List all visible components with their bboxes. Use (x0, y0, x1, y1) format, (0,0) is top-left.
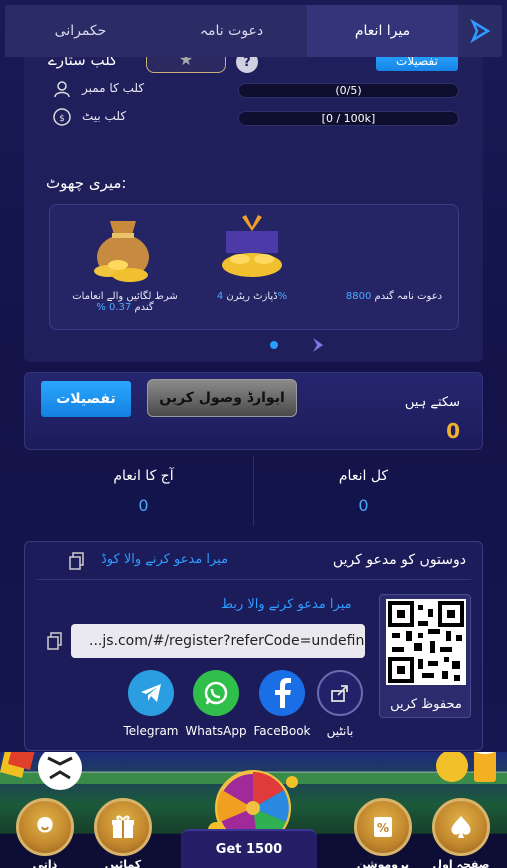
club-details-label: تفصیلات (396, 57, 438, 68)
discount-title: :میری چھوٹ (46, 174, 127, 192)
club-panel: تفصیلات ? ★ کلب ستارے کلب کا ممبر (0/5) … (24, 57, 483, 362)
discount-bet-reward: شرط لگائیں والے انعامات % 0.37 گندم (60, 291, 190, 313)
invite-code-label[interactable]: میرا مدعو کرنے والا کوڈ (101, 552, 228, 567)
share-telegram[interactable]: Telegram (121, 670, 181, 738)
invite-panel: دوستوں کو مدعو کریں میرا مدعو کرنے والا … (24, 541, 483, 751)
club-star-icon: ★ (146, 57, 226, 73)
discount-bet-value: % 0.37 (96, 302, 132, 313)
back-logo-icon[interactable] (458, 5, 502, 57)
invite-link-label: میرا مدعو کرنے والا ربط (221, 597, 352, 612)
claim-award-label: ایوارڈ وصول کریں (159, 390, 285, 406)
share-generic-label: بانٹیں (326, 724, 354, 738)
coin-bag-icon (88, 213, 158, 289)
reward-panel: تفصیلات ایوارڈ وصول کریں سکتے ہیں 0 (24, 372, 483, 450)
tab-invite-label: دعوت نامہ (199, 23, 264, 39)
club-details-button[interactable]: تفصیلات (376, 57, 458, 71)
club-member-row: کلب کا ممبر (0/5) (24, 79, 483, 101)
share-whatsapp-label: WhatsApp (185, 724, 247, 738)
invite-divider (37, 579, 471, 580)
club-member-label: کلب کا ممبر (82, 81, 145, 95)
today-reward-label: آج کا انعام (113, 468, 174, 484)
claimable-value: 0 (446, 419, 460, 443)
facebook-icon (259, 670, 305, 716)
share-generic[interactable]: بانٹیں (315, 670, 365, 738)
promotion-percent-icon: % (354, 798, 412, 856)
lucky-wheel-icon[interactable] (198, 760, 308, 846)
share-facebook[interactable]: FaceBook (251, 670, 313, 738)
help-icon[interactable]: ? (236, 57, 258, 73)
reward-details-label: تفصیلات (56, 391, 116, 407)
reward-details-button[interactable]: تفصیلات (41, 381, 131, 417)
member-icon (52, 79, 72, 99)
tab-my-reward-label: میرا انعام (354, 23, 411, 39)
coin-stack-icon: $ (52, 107, 72, 127)
discount-deposit-return: ڈپازٹ ریٹرن 4% (202, 291, 302, 302)
total-reward-label: کل انعام (338, 468, 389, 484)
share-facebook-label: FaceBook (253, 724, 311, 738)
club-bet-label: کلب بیٹ (82, 109, 127, 123)
discount-bet-suffix: گندم (134, 302, 154, 313)
svg-text:$: $ (59, 114, 65, 124)
coin-gift-box-icon (216, 213, 288, 287)
discount-invite-value: 8800 (345, 291, 372, 302)
club-member-progress: (0/5) (238, 83, 459, 98)
share-whatsapp[interactable]: WhatsApp (183, 670, 249, 738)
discount-invite-wheat: دعوت نامہ گندم 8800 (332, 291, 456, 302)
home-spade-icon (432, 798, 490, 856)
telegram-icon (128, 670, 174, 716)
tab-invite[interactable]: دعوت نامہ (156, 5, 307, 57)
save-qr-button[interactable]: محفوظ کریں (380, 689, 472, 719)
qr-code-panel: محفوظ کریں (379, 594, 471, 718)
chevron-right-icon[interactable] (310, 336, 326, 354)
nav-home[interactable]: صفحہ اول (428, 798, 494, 868)
top-tab-bar: حکمرانی دعوت نامہ میرا انعام (5, 5, 502, 57)
club-bet-row: $ کلب بیٹ [0 / 100k] (24, 107, 483, 129)
mine-profile-icon (16, 798, 74, 856)
svg-text:%: % (377, 821, 389, 835)
today-reward: آج کا انعام 0 (34, 456, 253, 526)
whatsapp-icon (193, 670, 239, 716)
get-bonus-button[interactable]: Get 1500 (181, 829, 317, 868)
total-reward: کل انعام 0 (254, 456, 473, 526)
tab-ruling[interactable]: حکمرانی (5, 5, 156, 57)
page: حکمرانی دعوت نامہ میرا انعام تفصیلات ? ★… (0, 0, 507, 868)
discount-card: شرط لگائیں والے انعامات % 0.37 گندم ڈپاز… (49, 204, 459, 330)
tab-ruling-label: حکمرانی (54, 23, 107, 39)
nav-promotion-label: پروموشن (356, 858, 410, 868)
invite-link-field[interactable]: ...js.com/#/register?referCode=undefined (71, 624, 365, 658)
club-star-row: تفصیلات ? ★ کلب ستارے (24, 57, 483, 75)
nav-mine[interactable]: ذاتی (12, 798, 78, 868)
claimable-label: سکتے ہیں (404, 395, 460, 410)
discount-invite-label: دعوت نامہ گندم (374, 291, 443, 302)
nav-earn[interactable]: کمائیں (90, 798, 156, 868)
get-bonus-label: Get 1500 (215, 842, 283, 857)
nav-earn-label: کمائیں (104, 858, 142, 868)
nav-mine-label: ذاتی (32, 858, 58, 868)
reward-totals: آج کا انعام 0 کل انعام 0 (34, 456, 473, 526)
copy-link-icon[interactable] (47, 632, 63, 650)
carousel-dot[interactable] (270, 341, 278, 349)
total-reward-value: 0 (358, 496, 369, 515)
qr-code (386, 599, 466, 685)
invite-title: دوستوں کو مدعو کریں (332, 552, 466, 568)
today-reward-value: 0 (138, 496, 149, 515)
nav-home-label: صفحہ اول (432, 858, 490, 868)
club-bet-progress: [0 / 100k] (238, 111, 459, 126)
earn-gift-icon (94, 798, 152, 856)
share-icon (317, 670, 363, 716)
share-telegram-label: Telegram (123, 724, 179, 738)
nav-promotion[interactable]: % پروموشن (350, 798, 416, 868)
club-star-label: کلب ستارے (48, 57, 118, 69)
claim-award-button[interactable]: ایوارڈ وصول کریں (147, 379, 297, 417)
copy-code-icon[interactable] (69, 552, 85, 570)
discount-bet-label: شرط لگائیں والے انعامات (72, 291, 178, 302)
tab-my-reward[interactable]: میرا انعام (307, 5, 458, 57)
discount-deposit-label: ڈپازٹ ریٹرن (226, 291, 278, 302)
